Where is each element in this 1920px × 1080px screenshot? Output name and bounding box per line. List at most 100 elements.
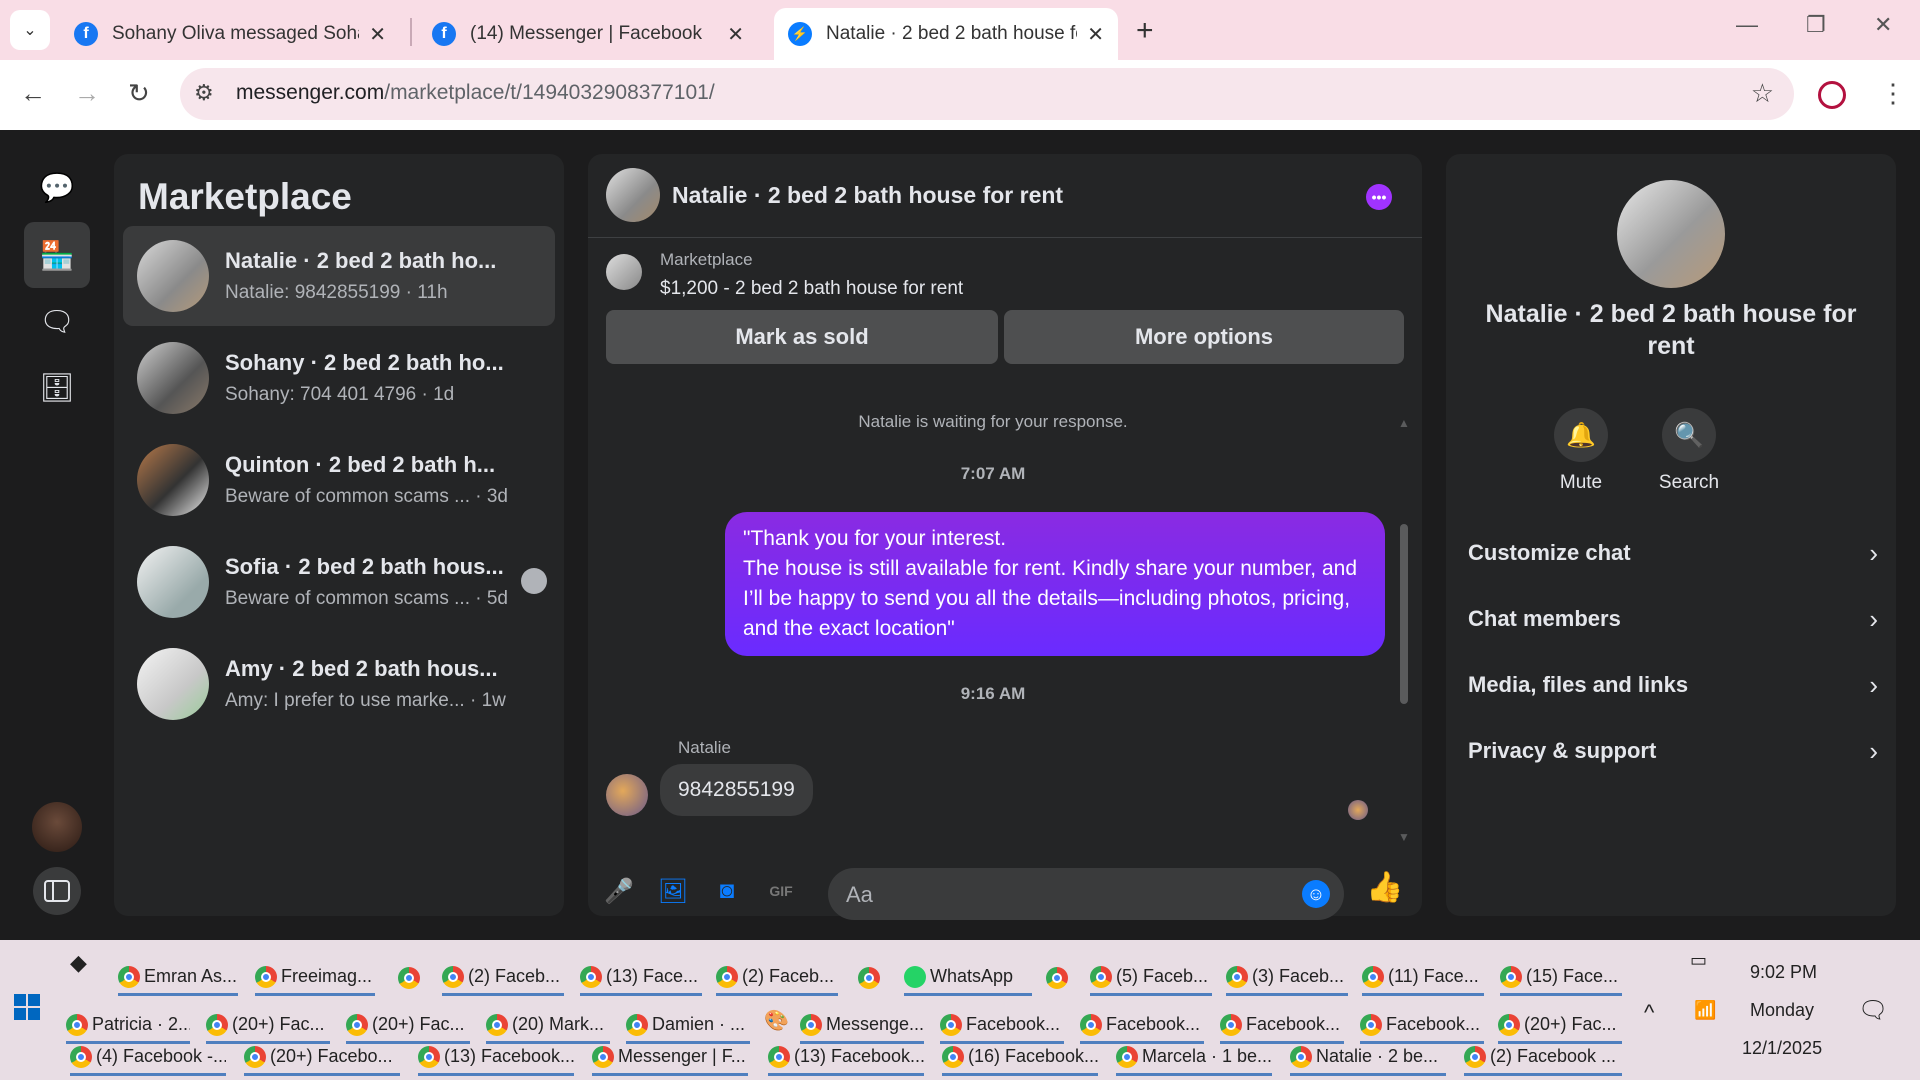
search-button[interactable]: 🔍 Search: [1644, 408, 1734, 494]
chat-avatar[interactable]: [606, 168, 660, 222]
bookmark-star-icon[interactable]: ☆: [1751, 78, 1774, 109]
tab-natalie-active[interactable]: ⚡ Natalie · 2 bed 2 bath house for rent …: [774, 8, 1118, 60]
site-info-icon[interactable]: ⚙: [194, 80, 214, 106]
taskbar-window[interactable]: [1046, 960, 1076, 996]
taskbar-window[interactable]: WhatsApp: [904, 960, 1032, 996]
message-input[interactable]: Aa ☺: [828, 868, 1344, 920]
taskbar-window[interactable]: (20+) Fac...: [1498, 1008, 1622, 1044]
taskbar-window[interactable]: (20) Mark...: [486, 1008, 610, 1044]
sender-avatar[interactable]: [606, 774, 648, 816]
scroll-up-arrow-icon[interactable]: ▲: [1398, 416, 1410, 430]
taskbar-window[interactable]: (15) Face...: [1500, 960, 1622, 996]
taskbar-window[interactable]: (20+) Fac...: [346, 1008, 470, 1044]
taskbar-window[interactable]: (2) Faceb...: [442, 960, 564, 996]
scroll-down-arrow-icon[interactable]: ▼: [1398, 830, 1410, 844]
profile-icon[interactable]: [1818, 81, 1846, 109]
close-window-button[interactable]: ✕: [1874, 12, 1892, 38]
listing-title[interactable]: $1,200 - 2 bed 2 bath house for rent: [660, 278, 963, 300]
incoming-message[interactable]: 9842855199: [660, 764, 813, 816]
close-icon[interactable]: ✕: [727, 22, 744, 47]
taskbar-window[interactable]: Facebook...: [940, 1008, 1064, 1044]
scrollbar[interactable]: [1400, 524, 1408, 704]
conversation-item[interactable]: Natalie · 2 bed 2 bath ho... Natalie: 98…: [123, 226, 555, 326]
taskbar-window[interactable]: (4) Facebook -...: [70, 1040, 226, 1076]
sidebar-toggle-icon[interactable]: [33, 867, 81, 915]
notification-center-icon[interactable]: 🗨: [1858, 996, 1888, 1025]
taskbar-window-label: (4) Facebook -...: [96, 1046, 226, 1066]
image-icon[interactable]: 🖼: [658, 876, 688, 906]
tab-messenger[interactable]: f (14) Messenger | Facebook ✕: [418, 8, 758, 60]
mute-button[interactable]: 🔔 Mute: [1536, 408, 1626, 494]
more-options-button[interactable]: More options: [1004, 310, 1404, 364]
taskbar-window[interactable]: (2) Faceb...: [716, 960, 838, 996]
conversation-item[interactable]: Amy · 2 bed 2 bath hous... Amy: I prefer…: [123, 634, 555, 734]
taskbar-window[interactable]: (13) Facebook...: [768, 1040, 924, 1076]
microphone-icon[interactable]: 🎤: [604, 876, 634, 906]
close-icon[interactable]: ✕: [1087, 22, 1104, 47]
clock-date[interactable]: 12/1/2025: [1742, 1038, 1822, 1059]
mark-as-sold-button[interactable]: Mark as sold: [606, 310, 998, 364]
restore-button[interactable]: ❐: [1806, 12, 1826, 38]
message-requests-icon[interactable]: 🗨: [24, 288, 90, 354]
taskbar-window[interactable]: (11) Face...: [1362, 960, 1484, 996]
taskbar-window[interactable]: (20+) Fac...: [206, 1008, 330, 1044]
taskbar-window[interactable]: (2) Facebook ...: [1464, 1040, 1622, 1076]
browser-menu-icon[interactable]: ⋮: [1880, 78, 1906, 109]
taskbar-window[interactable]: Facebook...: [1080, 1008, 1204, 1044]
taskbar-window[interactable]: (13) Face...: [580, 960, 702, 996]
taskbar-window[interactable]: Facebook...: [1360, 1008, 1484, 1044]
chrome-icon: [1090, 965, 1112, 988]
minimize-button[interactable]: —: [1736, 12, 1758, 38]
taskbar-window[interactable]: Marcela · 1 be...: [1116, 1040, 1272, 1076]
clock-time[interactable]: 9:02 PM: [1750, 962, 1817, 983]
chats-icon[interactable]: 💬: [24, 154, 90, 220]
customize-chat-row[interactable]: Customize chat ›: [1468, 528, 1878, 578]
taskbar-window[interactable]: (16) Facebook...: [942, 1040, 1098, 1076]
thumbs-up-icon[interactable]: 👍: [1366, 870, 1403, 905]
forward-button[interactable]: →: [74, 78, 100, 109]
more-options-icon[interactable]: •••: [1366, 184, 1392, 210]
paint-icon[interactable]: 🎨: [764, 1008, 789, 1033]
copilot-icon[interactable]: ◆: [70, 950, 87, 976]
chevron-up-icon[interactable]: ^: [1644, 1000, 1654, 1026]
close-icon[interactable]: ✕: [369, 22, 386, 47]
user-avatar[interactable]: [32, 802, 82, 852]
wifi-icon[interactable]: 📶: [1694, 1000, 1716, 1021]
taskbar-window[interactable]: [858, 960, 888, 996]
taskbar-window[interactable]: Damien · ...: [626, 1008, 750, 1044]
conversation-item[interactable]: Quinton · 2 bed 2 bath h... Beware of co…: [123, 430, 555, 530]
gif-icon[interactable]: GIF: [766, 876, 796, 906]
conversation-item[interactable]: Sohany · 2 bed 2 bath ho... Sohany: 704 …: [123, 328, 555, 428]
chat-members-row[interactable]: Chat members ›: [1468, 594, 1878, 644]
emoji-icon[interactable]: ☺: [1302, 880, 1330, 908]
taskbar-window[interactable]: Emran As...: [118, 960, 238, 996]
taskbar-window[interactable]: (5) Faceb...: [1090, 960, 1212, 996]
media-files-links-row[interactable]: Media, files and links ›: [1468, 660, 1878, 710]
chat-title[interactable]: Natalie · 2 bed 2 bath house for rent: [672, 182, 1063, 209]
taskbar-window[interactable]: Natalie · 2 be...: [1290, 1040, 1446, 1076]
conversation-item[interactable]: Sofia · 2 bed 2 bath hous... Beware of c…: [123, 532, 555, 632]
windows-start-icon[interactable]: [14, 994, 40, 1020]
sticker-icon[interactable]: ◙: [712, 876, 742, 906]
tab-search-button[interactable]: ⌄: [10, 10, 50, 50]
privacy-support-row[interactable]: Privacy & support ›: [1468, 726, 1878, 776]
new-tab-button[interactable]: +: [1136, 14, 1154, 48]
taskbar-window[interactable]: [398, 960, 428, 996]
reload-button[interactable]: ↻: [128, 78, 150, 109]
archive-icon[interactable]: 🗄: [24, 354, 90, 420]
taskbar-window[interactable]: (20+) Facebo...: [244, 1040, 400, 1076]
battery-icon[interactable]: ▭: [1690, 950, 1707, 971]
taskbar-window[interactable]: Freeimag...: [255, 960, 375, 996]
taskbar-window[interactable]: Patricia · 2...: [66, 1008, 190, 1044]
clock-day[interactable]: Monday: [1750, 1000, 1814, 1021]
outgoing-message[interactable]: "Thank you for your interest. The house …: [725, 512, 1385, 656]
marketplace-store-icon[interactable]: 🏪: [24, 222, 90, 288]
taskbar-window[interactable]: Messenge...: [800, 1008, 924, 1044]
taskbar-window[interactable]: Messenger | F...: [592, 1040, 748, 1076]
taskbar-window[interactable]: (13) Facebook...: [418, 1040, 574, 1076]
taskbar-window[interactable]: Facebook...: [1220, 1008, 1344, 1044]
tab-sohany[interactable]: f Sohany Oliva messaged Sohany ✕: [60, 8, 400, 60]
address-bar[interactable]: ⚙ messenger.com/marketplace/t/1494032908…: [180, 68, 1794, 120]
taskbar-window[interactable]: (3) Faceb...: [1226, 960, 1348, 996]
back-button[interactable]: ←: [20, 78, 46, 109]
